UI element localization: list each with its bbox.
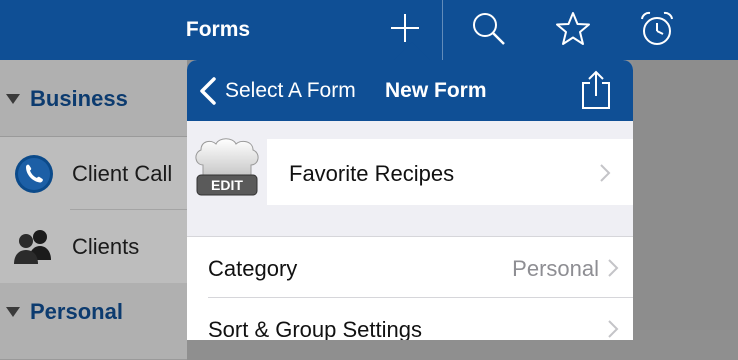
sidebar-item-label: Clients — [72, 234, 140, 259]
sort-group-settings-label: Sort & Group Settings — [208, 317, 422, 340]
search-icon[interactable] — [470, 10, 508, 53]
alarm-clock-icon[interactable] — [638, 10, 676, 53]
popover-arrow — [394, 42, 430, 60]
section-header-business[interactable]: Business — [0, 60, 187, 137]
popover-nav-bar: Select A Form New Form — [187, 60, 633, 121]
sidebar-item-clients[interactable]: Clients — [0, 210, 187, 283]
form-template-row[interactable]: EDIT Favorite Recipes — [187, 135, 633, 205]
sidebar-item-client-call[interactable]: Client Call — [0, 137, 187, 210]
category-label: Category — [208, 256, 298, 281]
section-label: Business — [30, 86, 128, 111]
edit-badge: EDIT — [211, 177, 243, 193]
sidebar: Business Client Call Clients Personal — [0, 60, 187, 360]
new-form-popover: Select A Form New Form EDIT Favorite Rec… — [187, 60, 633, 340]
page-title: Forms — [185, 18, 251, 41]
category-value: Personal — [512, 256, 599, 281]
top-navigation-bar: Forms — [0, 0, 738, 60]
section-label: Personal — [30, 299, 123, 324]
star-icon[interactable] — [554, 10, 592, 53]
sidebar-item-label: Client Call — [72, 161, 173, 186]
disclosure-triangle-icon — [5, 92, 21, 110]
category-row[interactable]: Category Personal — [187, 237, 633, 297]
phone-icon — [14, 154, 54, 199]
dimmed-background — [633, 60, 738, 330]
form-settings-group: Category Personal Sort & Group Settings — [187, 236, 633, 340]
popover-title: New Form — [385, 79, 487, 102]
form-template-label: Favorite Recipes — [289, 161, 455, 186]
people-icon — [12, 226, 56, 271]
disclosure-triangle-icon — [5, 305, 21, 323]
chevron-right-icon — [599, 163, 611, 188]
back-button-label: Select A Form — [225, 79, 356, 102]
chevron-right-icon — [607, 258, 619, 283]
chef-hat-icon[interactable]: EDIT — [187, 135, 267, 205]
toolbar-divider — [442, 0, 443, 60]
chevron-left-icon — [199, 77, 217, 110]
share-icon[interactable] — [581, 70, 611, 115]
section-header-personal[interactable]: Personal — [0, 283, 187, 360]
sort-group-settings-row[interactable]: Sort & Group Settings — [187, 298, 633, 340]
